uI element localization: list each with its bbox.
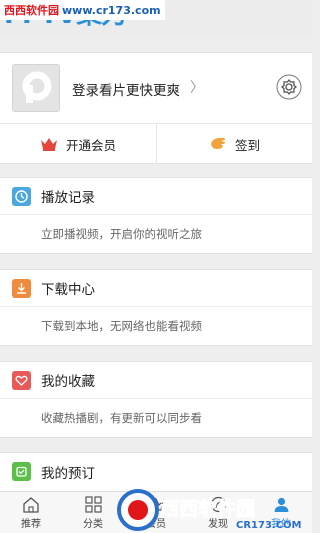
section-reservations[interactable]: 我的预订 (0, 452, 312, 491)
section-favorites-desc: 收藏热播剧，有更新可以同步看 (41, 411, 202, 425)
login-prompt[interactable]: 登录看片更快更爽 (72, 79, 180, 99)
section-reservations-title: 我的预订 (41, 465, 95, 482)
alarm-icon (12, 462, 31, 481)
avatar[interactable] (12, 64, 60, 112)
section-history-desc: 立即播视频，开启你的视听之旅 (41, 227, 202, 241)
member-bar: 开通会员 签到 (0, 124, 312, 164)
section-downloads-title: 下载中心 (41, 282, 95, 298)
crown-icon (40, 138, 57, 151)
section-history[interactable]: 播放记录 立即播视频，开启你的视听之旅 (0, 177, 312, 254)
tab-recommend[interactable]: 推荐 (0, 492, 62, 533)
watermark-top: 西西软件园 www.cr173.com (0, 0, 165, 20)
grid-icon (84, 496, 102, 513)
section-favorites-header[interactable]: 我的收藏 (0, 362, 312, 399)
watermark-url: www.cr173.com (62, 3, 161, 17)
avatar-placeholder-icon (22, 71, 52, 103)
watermark-bottom-site-name: 西西软件园 (160, 497, 255, 520)
section-downloads-desc: 下载到本地，无网络也能看视频 (41, 319, 202, 333)
section-favorites-title: 我的收藏 (41, 374, 95, 390)
section-history-header[interactable]: 播放记录 (0, 178, 312, 215)
tab-recommend-label: 推荐 (21, 519, 41, 530)
section-history-title: 播放记录 (41, 190, 95, 206)
chevron-right-icon: 〉 (190, 80, 204, 96)
section-downloads[interactable]: 下载中心 下载到本地，无网络也能看视频 (0, 269, 312, 346)
section-reservations-header[interactable]: 我的预订 (0, 453, 312, 490)
watermark-bottom-url: CR173.COM (236, 520, 302, 531)
watermark-site-name: 西西软件园 (4, 4, 59, 17)
download-icon (12, 278, 31, 298)
open-vip-button[interactable]: 开通会员 (0, 124, 156, 164)
watermark-logo: 西西软件园 CR173.COM (117, 489, 302, 531)
signin-button[interactable]: 签到 (156, 124, 312, 164)
signin-label: 签到 (234, 137, 260, 153)
heart-icon (12, 370, 31, 390)
open-vip-label: 开通会员 (65, 137, 116, 153)
home-icon (23, 497, 39, 513)
clock-icon (12, 186, 31, 206)
signin-hand-icon (210, 138, 225, 149)
gear-icon (276, 74, 302, 100)
top-bar: PPTV聚力 西西软件园 www.cr173.com (0, 0, 312, 38)
tab-category-label: 分类 (83, 519, 103, 530)
settings-button[interactable] (276, 74, 302, 104)
tab-category[interactable]: 分类 (62, 492, 124, 533)
section-favorites[interactable]: 我的收藏 收藏热播剧，有更新可以同步看 (0, 361, 312, 438)
section-downloads-header[interactable]: 下载中心 (0, 270, 312, 307)
login-row[interactable]: 登录看片更快更爽 〉 (0, 52, 312, 124)
